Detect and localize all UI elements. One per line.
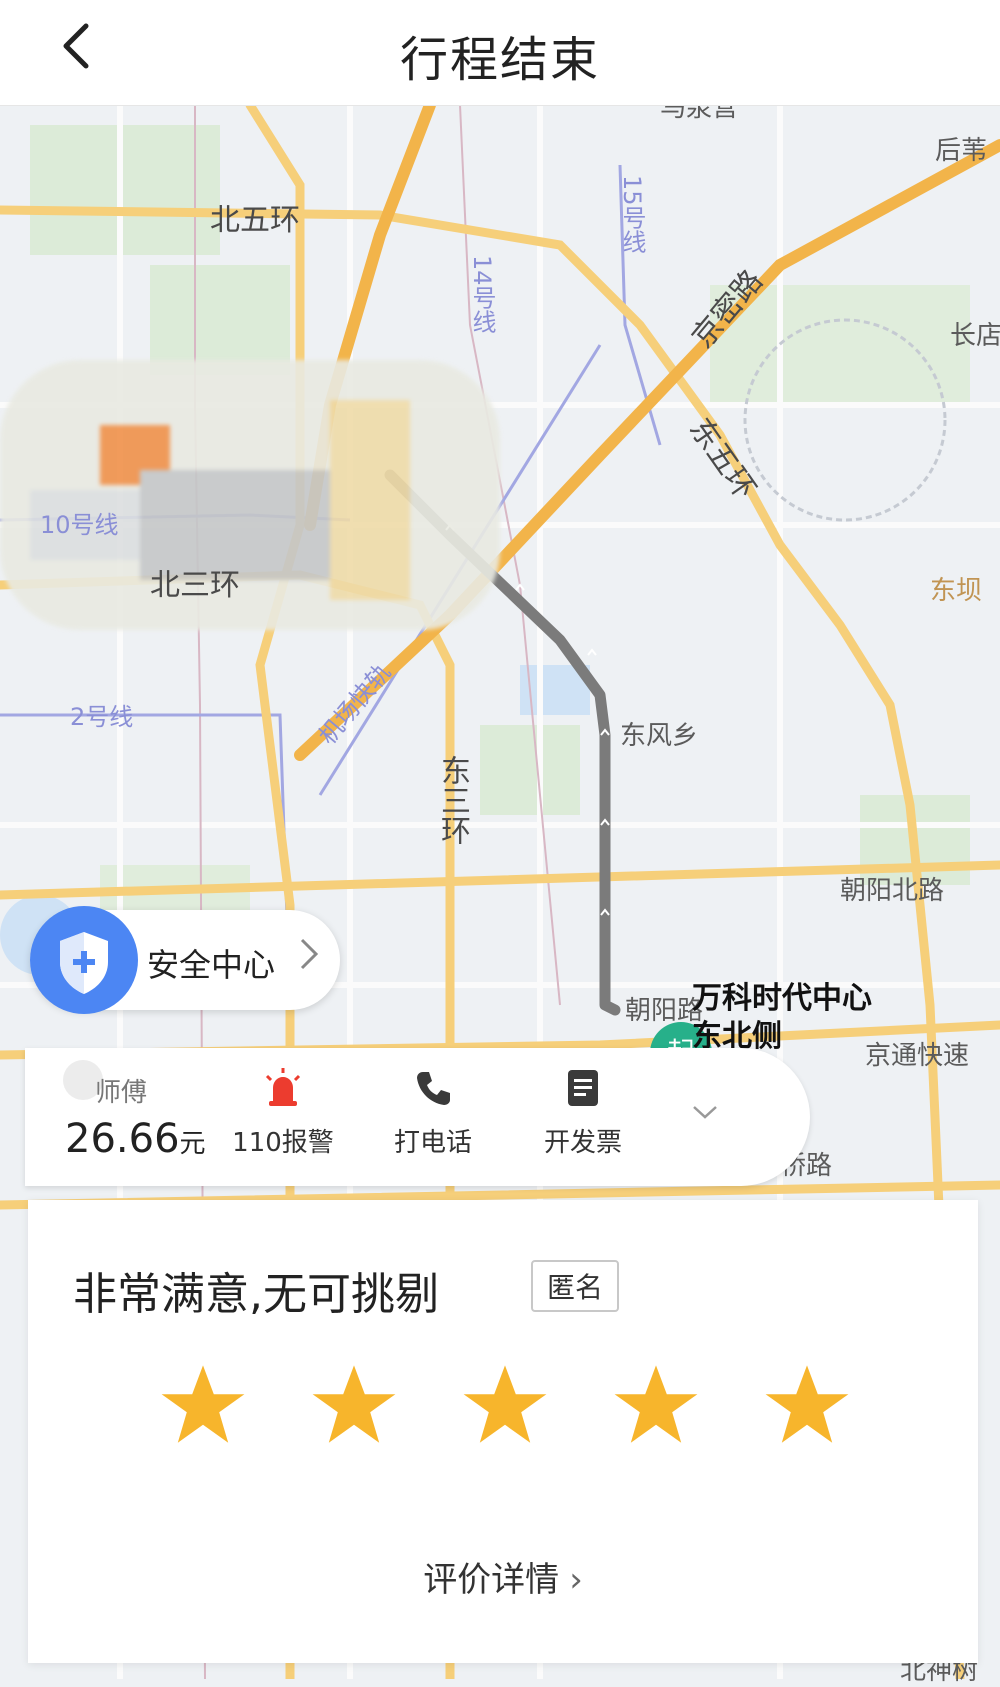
star-icon[interactable] [460,1360,550,1450]
map-label: 北三环 [150,568,240,603]
action-label: 开发票 [543,1128,622,1158]
rating-details-link[interactable]: 评价详情 › [28,1552,978,1601]
safety-center-button[interactable]: 安全中心 [30,906,340,1014]
rating-card: 非常满意,无可挑剔 匿名 评价详情 › [28,1200,978,1663]
page-title: 行程结束 [399,32,600,88]
map-label: 15号线 [618,175,646,254]
star-rating [28,1360,978,1460]
driver-info-bar: 师傅 26.66元 110报警 打电话 开发票 [25,1048,810,1186]
map-label: 长店 [950,321,1000,351]
fare-unit: 元 [179,1129,206,1159]
map-label: 2号线 [70,703,134,731]
safety-badge [30,906,138,1014]
map-label: 东三环 [435,755,470,845]
invoice-icon [568,1070,598,1106]
anonymous-tag[interactable]: 匿名 [531,1260,620,1312]
call-driver-button[interactable]: 打电话 [373,1068,493,1159]
star-icon[interactable] [309,1360,399,1450]
star-icon[interactable] [611,1360,701,1450]
police-110-button[interactable]: 110报警 [223,1068,343,1159]
map-label: 东坝 [930,576,983,606]
rating-text: 非常满意,无可挑剔 [73,1269,439,1320]
driver-name: 师傅 [95,1078,148,1108]
map-label: 北五环 [210,203,300,238]
star-icon[interactable] [762,1360,852,1450]
map-label: 东风乡 [620,721,699,751]
alarm-light-icon [265,1068,301,1106]
safety-center-label: 安全中心 [147,946,276,984]
obscured-region [0,360,500,630]
action-label: 打电话 [393,1128,472,1158]
title-bar: 行程结束 [0,0,1000,105]
map-label: 京通快速 [865,1041,970,1071]
invoice-button[interactable]: 开发票 [523,1068,643,1159]
chevron-right-icon [298,934,320,983]
map-label: 朝阳北路 [840,876,945,906]
fare: 26.66元 [65,1116,206,1162]
chevron-down-icon [693,1106,717,1119]
phone-icon [417,1072,450,1105]
map-label: 10号线 [40,511,119,539]
expand-button[interactable] [690,1103,720,1125]
map-label: 14号线 [468,255,496,334]
shield-plus-icon [60,932,108,994]
map-label: 后苇 [935,136,988,166]
action-label: 110报警 [232,1128,334,1158]
details-label: 评价详情 [423,1560,560,1600]
chevron-right-icon: › [569,1560,583,1600]
star-icon[interactable] [158,1360,248,1450]
fare-amount: 26.66 [65,1116,180,1162]
